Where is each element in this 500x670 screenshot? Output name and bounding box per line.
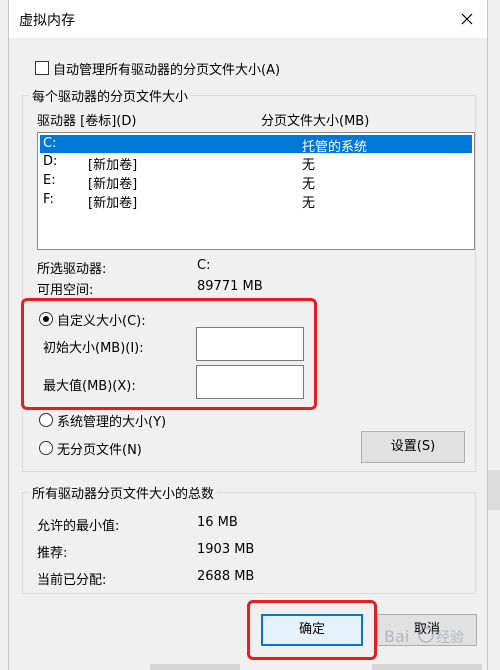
selected-drive-label: 所选驱动器: (37, 262, 107, 277)
no-paging-file-radio[interactable] (39, 441, 53, 455)
title-bar: 虚拟内存 (9, 0, 487, 38)
drive-letter: C: (43, 136, 57, 151)
background-window-edge (488, 470, 500, 510)
baidu-watermark-icon: Bai 经验 (384, 627, 464, 646)
highlight-box-custom-size (21, 298, 317, 410)
drive-size: 无 (302, 177, 316, 192)
svg-text:Bai: Bai (384, 627, 409, 646)
drive-label: [新加卷] (88, 177, 138, 192)
drive-size: 无 (302, 196, 316, 211)
no-paging-file-label[interactable]: 无分页文件(N) (57, 439, 142, 458)
drive-letter: D: (43, 154, 58, 169)
recommended-label: 推荐: (37, 546, 68, 561)
auto-manage-label[interactable]: 自动管理所有驱动器的分页文件大小(A) (53, 59, 280, 78)
watermark-logo: Bai 经验 (384, 624, 484, 652)
svg-text:经验: 经验 (436, 630, 464, 646)
system-managed-label[interactable]: 系统管理的大小(Y) (57, 411, 166, 430)
min-allowed-value: 16 MB (197, 515, 238, 530)
min-allowed-label: 允许的最小值: (37, 519, 120, 534)
current-allocated-value: 2688 MB (197, 569, 255, 584)
size-column-header: 分页文件大小(MB) (261, 114, 370, 129)
drive-label: [新加卷] (88, 158, 138, 173)
selected-drive-value: C: (197, 258, 211, 273)
drive-row-f[interactable]: F: [新加卷] 无 (40, 191, 472, 211)
close-button[interactable] (451, 4, 483, 34)
drives-group-title: 每个驱动器的分页文件大小 (29, 86, 192, 105)
drive-column-header: 驱动器 [卷标](D) (37, 114, 137, 129)
system-managed-radio[interactable] (39, 413, 53, 427)
drive-letter: F: (43, 192, 54, 207)
highlight-box-ok (247, 600, 377, 660)
totals-group-title: 所有驱动器分页文件大小的总数 (29, 483, 218, 502)
background-button-edge (150, 664, 240, 670)
free-space-value: 89771 MB (197, 279, 263, 294)
drive-size: 无 (302, 158, 316, 173)
drive-row-d[interactable]: D: [新加卷] 无 (40, 153, 472, 173)
current-allocated-label: 当前已分配: (37, 573, 107, 588)
drive-list[interactable]: C: 托管的系统 D: [新加卷] 无 E: [新加卷] 无 F: [新加卷] … (37, 132, 475, 250)
drive-row-e[interactable]: E: [新加卷] 无 (40, 172, 472, 192)
virtual-memory-dialog: 虚拟内存 自动管理所有驱动器的分页文件大小(A) 每个驱动器的分页文件大小 驱动… (8, 0, 488, 670)
drive-row-c[interactable]: C: 托管的系统 (40, 135, 472, 155)
auto-manage-checkbox[interactable] (35, 61, 49, 75)
set-button[interactable]: 设置(S) (361, 431, 465, 463)
close-icon (461, 13, 473, 25)
background-button-edge (372, 664, 482, 670)
recommended-value: 1903 MB (197, 542, 255, 557)
free-space-label: 可用空间: (37, 283, 94, 298)
drive-letter: E: (43, 173, 56, 188)
drive-label: [新加卷] (88, 196, 138, 211)
window-title: 虚拟内存 (19, 13, 75, 29)
